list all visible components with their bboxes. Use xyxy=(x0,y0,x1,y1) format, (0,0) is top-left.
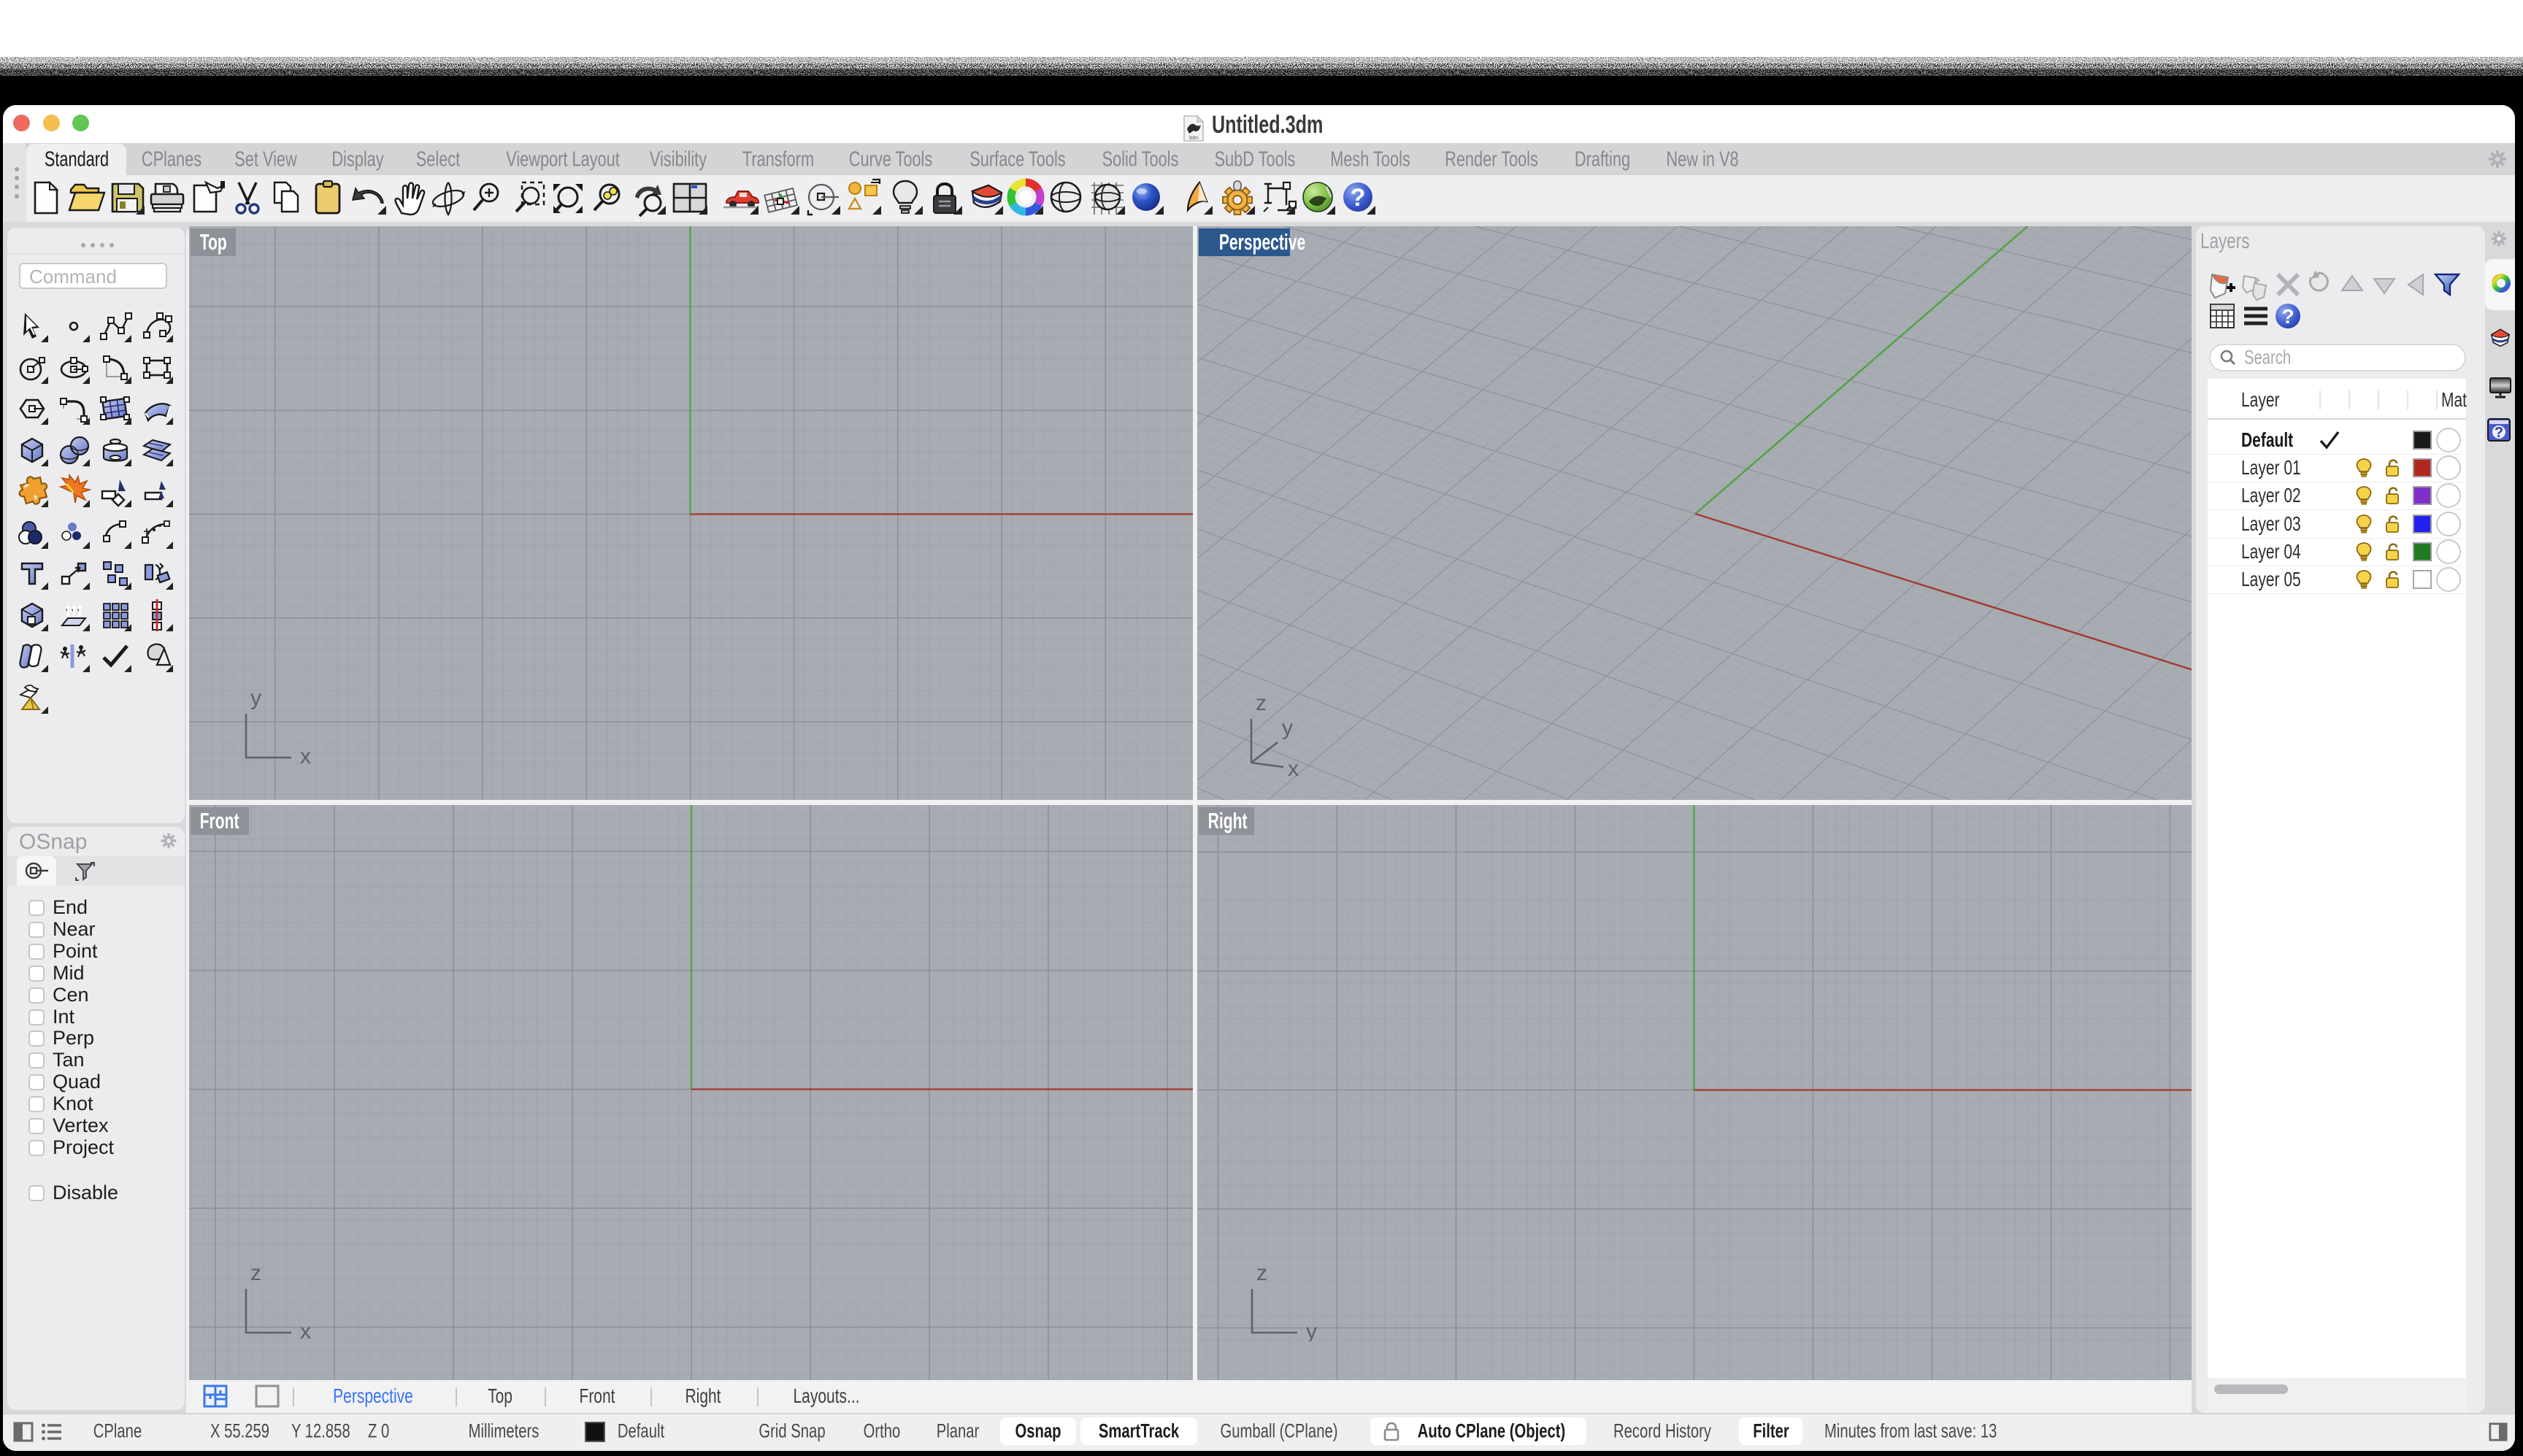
svg-text:y: y xyxy=(1306,1320,1317,1341)
svg-text:?: ? xyxy=(2281,305,2294,328)
svg-text:z: z xyxy=(250,1268,261,1285)
svg-text:x: x xyxy=(1288,757,1299,777)
svg-text:y: y xyxy=(250,693,261,710)
svg-text:x: x xyxy=(300,1320,311,1341)
svg-text:z: z xyxy=(1256,697,1267,715)
svg-text:?: ? xyxy=(1351,184,1366,212)
svg-text:z: z xyxy=(1256,1268,1267,1285)
svg-text:x: x xyxy=(300,744,311,766)
svg-text:3dm: 3dm xyxy=(1188,136,1199,141)
svg-text:?: ? xyxy=(2495,425,2503,441)
svg-text:y: y xyxy=(1282,716,1293,740)
